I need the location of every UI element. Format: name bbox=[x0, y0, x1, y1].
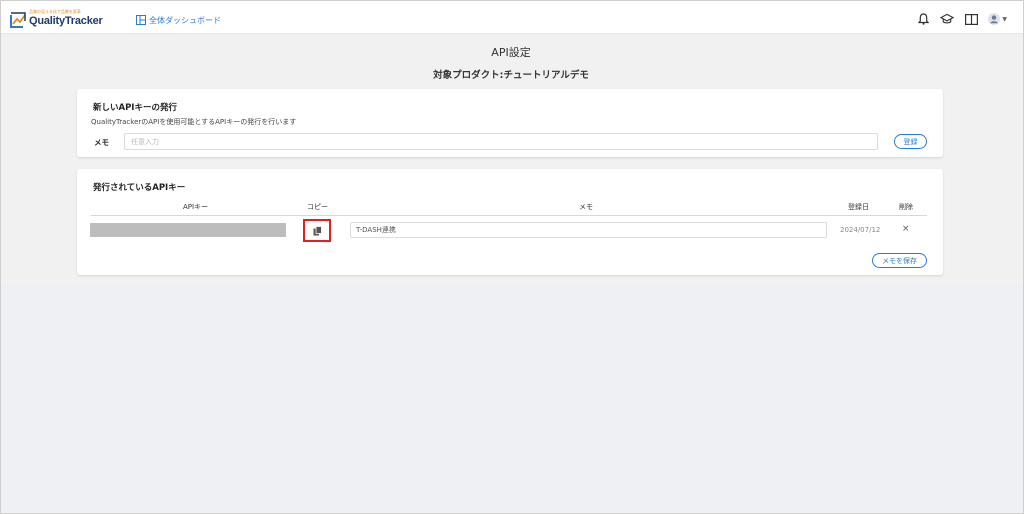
bell-icon[interactable] bbox=[916, 12, 930, 26]
table-divider bbox=[91, 215, 927, 216]
issued-api-keys-card: 発行されているAPIキー APIキー コピー メモ 登録日 削除 2024/07… bbox=[77, 169, 943, 275]
memo-input[interactable] bbox=[124, 133, 878, 150]
page-subtitle: 対象プロダクト:チュートリアルデモ bbox=[433, 70, 589, 81]
column-header-api-key: APIキー bbox=[183, 203, 209, 211]
page-title: API設定 bbox=[491, 46, 531, 59]
row-registered-date: 2024/07/12 bbox=[840, 226, 881, 234]
dashboard-icon bbox=[136, 15, 146, 25]
logo-name: QualityTracker bbox=[29, 15, 103, 27]
top-bar: 品質の見える化で品質を変革 QualityTracker 全体ダッシュボード ▼ bbox=[1, 1, 1023, 34]
graduation-cap-icon[interactable] bbox=[940, 12, 955, 26]
book-icon[interactable] bbox=[964, 12, 978, 26]
register-button[interactable]: 登録 bbox=[894, 134, 927, 149]
row-memo-input[interactable] bbox=[350, 222, 827, 238]
dashboard-link-label: 全体ダッシュボード bbox=[149, 15, 221, 25]
column-header-registered-date: 登録日 bbox=[848, 203, 869, 211]
new-api-key-card: 新しいAPIキーの発行 QualityTrackerのAPIを使用可能とするAP… bbox=[77, 89, 943, 157]
copy-button[interactable] bbox=[303, 219, 331, 242]
user-menu[interactable]: ▼ bbox=[988, 13, 1007, 25]
memo-label: メモ bbox=[94, 138, 109, 147]
chevron-down-icon: ▼ bbox=[1002, 15, 1007, 23]
logo-mark-icon bbox=[10, 12, 26, 28]
api-key-masked bbox=[90, 223, 286, 237]
save-memo-button[interactable]: メモを保存 bbox=[872, 253, 927, 268]
new-api-key-description: QualityTrackerのAPIを使用可能とするAPIキーの発行を行います bbox=[91, 118, 297, 126]
issued-api-keys-title: 発行されているAPIキー bbox=[93, 183, 186, 193]
column-header-copy: コピー bbox=[307, 203, 328, 211]
new-api-key-title: 新しいAPIキーの発行 bbox=[93, 103, 177, 113]
delete-icon[interactable]: × bbox=[902, 224, 910, 234]
table-header: APIキー コピー メモ 登録日 削除 bbox=[77, 201, 943, 215]
column-header-delete: 削除 bbox=[899, 203, 913, 211]
user-avatar-icon bbox=[988, 13, 1001, 25]
column-header-memo: メモ bbox=[579, 203, 593, 211]
copy-icon bbox=[313, 225, 322, 235]
app-logo[interactable]: 品質の見える化で品質を変革 QualityTracker bbox=[10, 9, 110, 29]
dashboard-link[interactable]: 全体ダッシュボード bbox=[136, 14, 221, 26]
header-actions: ▼ bbox=[906, 12, 1007, 26]
